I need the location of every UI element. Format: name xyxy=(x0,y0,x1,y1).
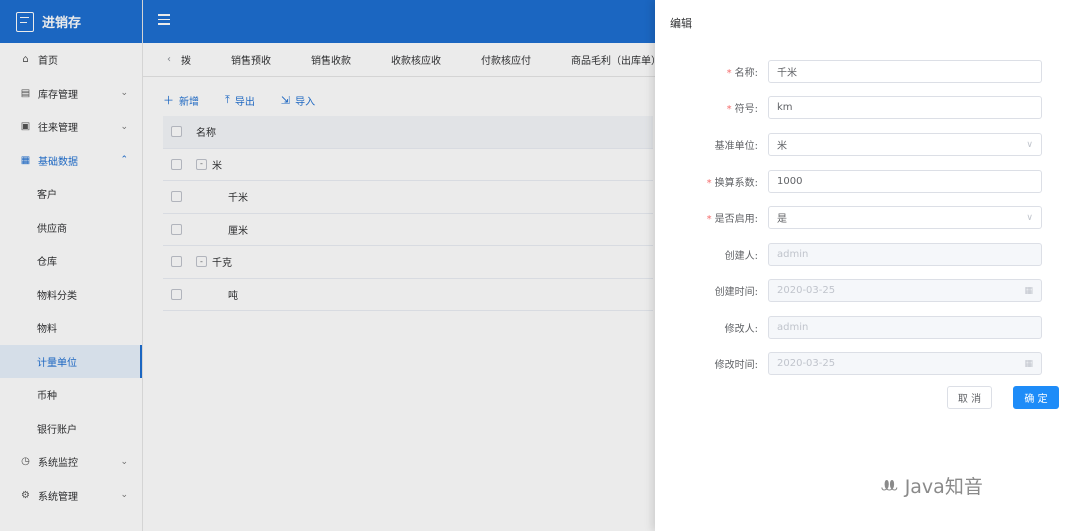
form-row-name: * 名称: 千米 xyxy=(655,60,1080,83)
factor-field[interactable]: 1000 xyxy=(768,170,1042,193)
watermark: ꔚ Java知音 xyxy=(880,472,983,499)
name-label: 名称: xyxy=(734,68,758,79)
calendar-icon: ▦ xyxy=(1024,285,1033,296)
drawer-title: 编辑 xyxy=(670,17,692,30)
name-field[interactable]: 千米 xyxy=(768,60,1042,83)
edit-drawer: 编辑 * 名称: 千米 * 符号: km 基准单位: 米 ∨ * 换算系数: 1000 … xyxy=(655,0,1080,531)
modifier-field: admin xyxy=(768,316,1042,339)
modal-mask[interactable] xyxy=(0,0,655,531)
modified-at-field: 2020-03-25 ▦ xyxy=(768,352,1042,375)
required-mark: * xyxy=(706,214,712,225)
confirm-button[interactable]: 确 定 xyxy=(1013,386,1059,409)
form-row-base-unit: 基准单位: 米 ∨ xyxy=(655,133,1080,156)
modifier-label: 修改人: xyxy=(724,324,758,335)
factor-label: 换算系数: xyxy=(714,178,758,189)
creator-label: 创建人: xyxy=(724,251,758,262)
creator-field: admin xyxy=(768,243,1042,266)
chevron-down-icon: ∨ xyxy=(1026,212,1033,223)
watermark-text: Java知音 xyxy=(904,476,983,498)
form-row-enabled: * 是否启用: 是 ∨ xyxy=(655,206,1080,229)
required-mark: * xyxy=(726,68,732,79)
created-at-field: 2020-03-25 ▦ xyxy=(768,279,1042,302)
modified-at-label: 修改时间: xyxy=(714,360,758,371)
required-mark: * xyxy=(706,178,712,189)
form-row-factor: * 换算系数: 1000 xyxy=(655,170,1080,193)
base-unit-label: 基准单位: xyxy=(714,141,758,152)
symbol-label: 符号: xyxy=(734,104,758,115)
created-at-label: 创建时间: xyxy=(714,287,758,298)
wechat-icon: ꔚ xyxy=(880,474,899,497)
form-row-created-at: 创建时间: 2020-03-25 ▦ xyxy=(655,279,1080,302)
base-unit-value: 米 xyxy=(777,141,787,152)
base-unit-select[interactable]: 米 ∨ xyxy=(768,133,1042,156)
enabled-label: 是否启用: xyxy=(714,214,758,225)
cancel-button[interactable]: 取 消 xyxy=(947,386,992,409)
enabled-select[interactable]: 是 ∨ xyxy=(768,206,1042,229)
symbol-field[interactable]: km xyxy=(768,96,1042,119)
form-row-modified-at: 修改时间: 2020-03-25 ▦ xyxy=(655,352,1080,375)
form-row-symbol: * 符号: km xyxy=(655,96,1080,119)
required-mark: * xyxy=(726,104,732,115)
modified-at-value: 2020-03-25 xyxy=(777,358,836,369)
calendar-icon: ▦ xyxy=(1024,358,1033,369)
chevron-down-icon: ∨ xyxy=(1026,139,1033,150)
created-at-value: 2020-03-25 xyxy=(777,285,836,296)
enabled-value: 是 xyxy=(777,214,787,225)
form-row-creator: 创建人: admin xyxy=(655,243,1080,266)
form-row-modifier: 修改人: admin xyxy=(655,316,1080,339)
